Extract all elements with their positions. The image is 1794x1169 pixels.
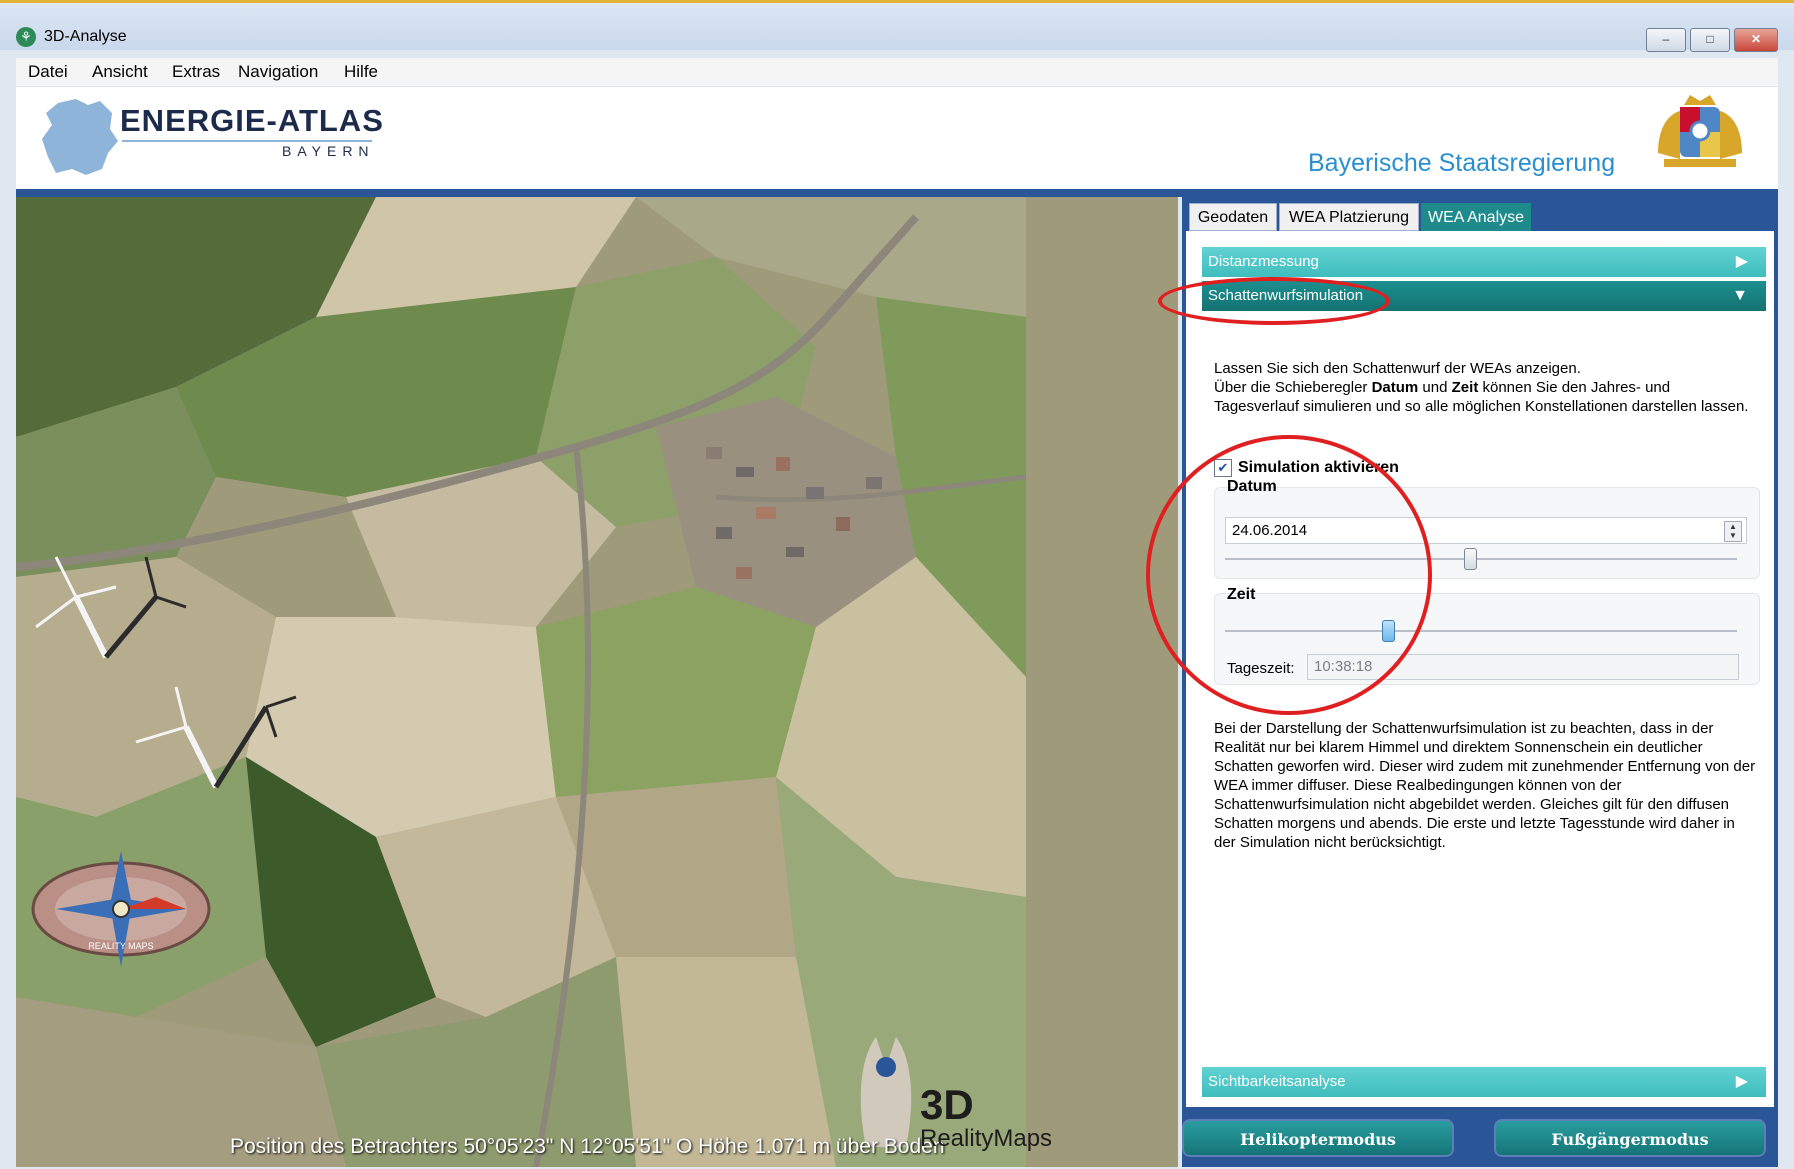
menu-datei[interactable]: Datei (28, 62, 68, 82)
brand-3d: 3D (920, 1081, 974, 1128)
datum-slider-handle[interactable] (1464, 548, 1478, 570)
tab-geodaten[interactable]: Geodaten (1189, 203, 1277, 231)
tab-wea-analyse[interactable]: WEA Analyse (1421, 203, 1531, 231)
aerial-terrain: REALITY MAPS (16, 197, 1178, 1167)
chevron-down-icon: ▼ (1732, 287, 1748, 304)
logo-title: ENERGIE-ATLAS (120, 103, 384, 138)
menu-hilfe[interactable]: Hilfe (344, 62, 378, 82)
intro-datum: Datum (1371, 379, 1419, 396)
compass-label: REALITY MAPS (88, 941, 153, 951)
annotation-circle (1146, 435, 1432, 715)
fussgaengermodus-button[interactable]: Fußgängermodus (1494, 1119, 1766, 1157)
menu-ansicht[interactable]: Ansicht (92, 62, 148, 82)
menu-navigation[interactable]: Navigation (238, 62, 318, 82)
staatsregierung-label: Bayerische Staatsregierung (1308, 149, 1616, 177)
accordion-distanzmessung[interactable]: Distanzmessung ▶ (1202, 247, 1766, 277)
intro-zeit: Zeit (1451, 379, 1479, 396)
app-window: ⚘ 3D-Analyse – □ ✕ Datei Ansicht Extras … (0, 0, 1794, 1169)
accordion-sichtbarkeitsanalyse[interactable]: Sichtbarkeitsanalyse ▶ (1202, 1067, 1766, 1097)
menu-extras[interactable]: Extras (172, 62, 220, 82)
maximize-button[interactable]: □ (1690, 28, 1730, 52)
logo-divider (122, 140, 372, 142)
close-button[interactable]: ✕ (1734, 28, 1778, 52)
accordion-label: Sichtbarkeitsanalyse (1208, 1073, 1346, 1090)
schattenwurf-note: Bei der Darstellung der Schattenwurfsimu… (1214, 720, 1756, 851)
minimize-button[interactable]: – (1646, 28, 1686, 52)
accordion-label: Distanzmessung (1208, 253, 1319, 270)
schattenwurf-description: Lassen Sie sich den Schattenwurf der WEA… (1214, 359, 1754, 416)
intro-line: Lassen Sie sich den Schattenwurf der WEA… (1214, 360, 1581, 377)
bavaria-map-logo-icon (42, 99, 118, 175)
viewer-position-readout: Position des Betrachters 50°05'23" N 12°… (230, 1135, 945, 1158)
brand-realitymaps: RealityMaps (920, 1125, 1053, 1152)
title-bar: ⚘ 3D-Analyse – □ ✕ (0, 6, 1794, 52)
intro-text: und (1418, 379, 1452, 396)
menu-bar: Datei Ansicht Extras Navigation Hilfe (16, 58, 1778, 86)
coat-of-arms-icon (1658, 95, 1742, 167)
window-title: 3D-Analyse (44, 28, 127, 45)
intro-text: Über die Schieberegler (1214, 379, 1372, 396)
helikoptermodus-button[interactable]: Helikoptermodus (1182, 1119, 1454, 1157)
datum-spinner[interactable]: ▲ ▼ (1724, 521, 1742, 542)
app-icon: ⚘ (16, 27, 36, 47)
aerial-3d-map[interactable]: REALITY MAPS Position des Betrachters 50… (16, 197, 1178, 1167)
header-banner: ENERGIE-ATLAS BAYERN Bayerische Staatsre… (16, 87, 1778, 197)
chevron-right-icon: ▶ (1735, 1073, 1748, 1090)
mode-button-bar: Helikoptermodus Fußgängermodus (1182, 1111, 1778, 1167)
annotation-circle (1158, 277, 1390, 325)
tab-wea-platzierung[interactable]: WEA Platzierung (1279, 203, 1419, 231)
chevron-right-icon: ▶ (1735, 253, 1748, 270)
logo-subtitle: BAYERN (282, 143, 375, 159)
